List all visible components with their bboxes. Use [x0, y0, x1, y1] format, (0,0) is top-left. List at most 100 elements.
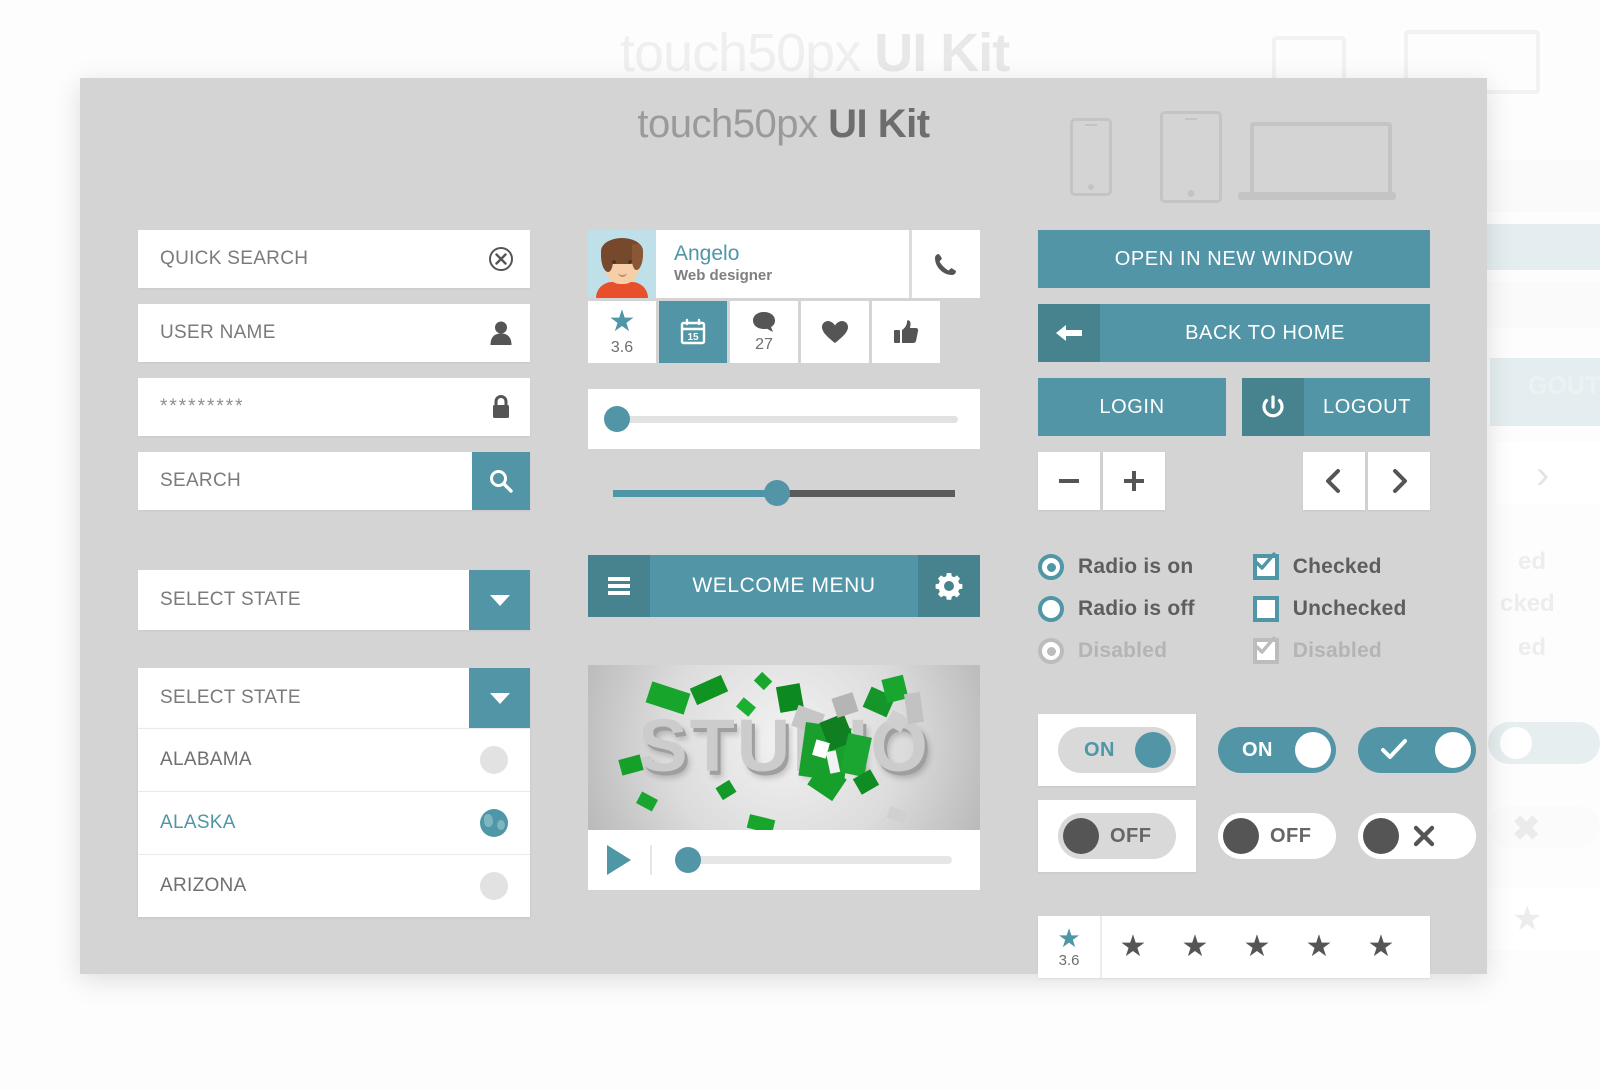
select-state-toggle[interactable]: SELECT STATE	[138, 668, 530, 728]
state-name: ARIZONA	[160, 875, 247, 896]
toggle-boxed-on[interactable]: ON	[1038, 714, 1196, 786]
hamburger-icon[interactable]	[588, 555, 650, 617]
right-column: OPEN IN NEW WINDOW BACK TO HOME LOGIN LO…	[1038, 230, 1476, 978]
progress-wrap[interactable]	[652, 847, 980, 873]
video-thumbnail[interactable]: STUDIO	[588, 665, 980, 830]
radio-icon-off[interactable]	[1038, 596, 1064, 622]
progress-handle[interactable]	[675, 847, 702, 873]
toggle-white-off[interactable]: OFF	[1218, 813, 1336, 859]
calendar-action[interactable]: 15	[659, 301, 727, 363]
toggle-boxed-off[interactable]: OFF	[1038, 800, 1196, 872]
profile-name: Angelo	[674, 242, 740, 266]
shard	[903, 692, 925, 724]
power-icon[interactable]	[1242, 378, 1304, 436]
slider-bare[interactable]	[588, 473, 980, 513]
video-player[interactable]: STUDIO	[588, 665, 980, 890]
ui-kit-panel: touch50px UI Kit QUICK SEARCH USER NAME …	[80, 78, 1487, 978]
select-state-dropdown-closed[interactable]: SELECT STATE	[138, 570, 530, 630]
radio-on[interactable]: Radio is on	[1038, 554, 1195, 580]
toggle-off-plain[interactable]: OFF	[1058, 813, 1176, 859]
search-icon[interactable]	[472, 452, 530, 510]
clear-circle-icon[interactable]	[472, 230, 530, 288]
toggle-knob[interactable]	[1295, 732, 1331, 768]
slider-card[interactable]	[588, 389, 980, 449]
plus-button[interactable]	[1103, 452, 1165, 510]
lock-icon	[472, 378, 530, 436]
radio-group: Radio is on Radio is off Disabled	[1038, 554, 1195, 664]
check-icon	[1380, 738, 1408, 766]
previous-page-button[interactable]	[1303, 452, 1365, 510]
shard	[636, 791, 658, 812]
radio-off-label: Radio is off	[1078, 597, 1195, 620]
checkbox-icon-unchecked[interactable]	[1252, 596, 1279, 622]
thumbs-up-action[interactable]	[872, 301, 940, 363]
login-button[interactable]: LOGIN	[1038, 378, 1226, 436]
middle-column: Angelo Web designer ★ 3.6 15 27 WELCOME …	[588, 230, 980, 890]
state-name: ALABAMA	[160, 749, 252, 770]
search-label: SEARCH	[160, 470, 241, 491]
slider-handle[interactable]	[603, 406, 630, 432]
checkbox-icon-checked[interactable]	[1252, 552, 1279, 580]
toggles-row-off: OFF OFF	[1038, 800, 1476, 872]
rating-star-5[interactable]: ★	[1350, 916, 1412, 978]
toggle-teal-on[interactable]: ON	[1218, 727, 1336, 773]
radio-icon-on[interactable]	[1038, 554, 1064, 580]
list-item[interactable]: ARIZONA	[138, 854, 530, 917]
star-icon: ★	[1367, 930, 1395, 963]
quick-search-field[interactable]: QUICK SEARCH	[138, 230, 530, 288]
slider-track[interactable]	[603, 406, 958, 432]
star-rating-bar[interactable]: ★ 3.6 ★ ★ ★ ★ ★	[1038, 916, 1430, 978]
profile-card[interactable]: Angelo Web designer	[588, 230, 980, 298]
radio-off[interactable]: Radio is off	[1038, 596, 1195, 622]
toggle-off-label-2: OFF	[1270, 824, 1312, 847]
next-page-button[interactable]	[1368, 452, 1430, 510]
profile-role: Web designer	[674, 267, 773, 285]
back-arrow-icon[interactable]	[1038, 304, 1100, 362]
phone-call-button[interactable]	[909, 230, 980, 298]
rating-star-4[interactable]: ★	[1288, 916, 1350, 978]
rating-star-3[interactable]: ★	[1226, 916, 1288, 978]
toggle-white-close-off[interactable]	[1358, 813, 1476, 859]
ghost-toggle-on	[1488, 722, 1600, 764]
progress-track[interactable]	[675, 847, 952, 873]
ghost-toggle-knob	[1500, 727, 1532, 759]
toggle-knob[interactable]	[1435, 732, 1471, 768]
heart-action[interactable]	[801, 301, 869, 363]
toggle-knob[interactable]	[1135, 732, 1171, 768]
search-field[interactable]: SEARCH	[138, 452, 530, 510]
slider-track-2[interactable]	[613, 480, 955, 506]
rating-star-1[interactable]: ★	[1102, 916, 1164, 978]
ghost-toggle-off	[1488, 806, 1600, 848]
checkbox-unchecked[interactable]: Unchecked	[1252, 596, 1407, 622]
slider-handle-2[interactable]	[764, 480, 791, 506]
quick-search-label: QUICK SEARCH	[160, 248, 309, 269]
toggle-knob[interactable]	[1063, 818, 1099, 854]
rating-star-2[interactable]: ★	[1164, 916, 1226, 978]
comment-action[interactable]: 27	[730, 301, 798, 363]
toggle-on-plain[interactable]: ON	[1058, 727, 1176, 773]
device-icons-group	[1070, 108, 1450, 203]
gear-icon[interactable]	[918, 555, 980, 617]
toggle-teal-check-on[interactable]	[1358, 727, 1476, 773]
checkbox-checked[interactable]: Checked	[1252, 552, 1407, 580]
open-in-new-window-button[interactable]: OPEN IN NEW WINDOW	[1038, 230, 1430, 288]
toggles-row-on: ON ON	[1038, 714, 1476, 786]
star-rating-action[interactable]: ★ 3.6	[588, 301, 656, 363]
back-to-home-button[interactable]: BACK TO HOME	[1038, 304, 1430, 362]
ghost-logout-ghost	[1490, 358, 1600, 426]
chevron-down-icon[interactable]	[469, 570, 530, 630]
logout-button[interactable]: LOGOUT	[1242, 378, 1430, 436]
select-state-dropdown-open[interactable]: SELECT STATE ALABAMA ALASKA ARIZONA	[138, 668, 530, 917]
toggle-knob[interactable]	[1363, 818, 1399, 854]
ghost-fragment-ed2: ed	[1518, 634, 1547, 661]
list-item[interactable]: ALASKA	[138, 791, 530, 854]
minus-button[interactable]	[1038, 452, 1100, 510]
laptop-icon	[1250, 122, 1392, 198]
welcome-menu-bar[interactable]: WELCOME MENU	[588, 555, 980, 617]
password-field[interactable]: *********	[138, 378, 530, 436]
chevron-down-icon[interactable]	[469, 668, 530, 728]
play-button[interactable]	[588, 845, 652, 875]
list-item[interactable]: ALABAMA	[138, 728, 530, 791]
toggle-knob[interactable]	[1223, 818, 1259, 854]
user-name-field[interactable]: USER NAME	[138, 304, 530, 362]
